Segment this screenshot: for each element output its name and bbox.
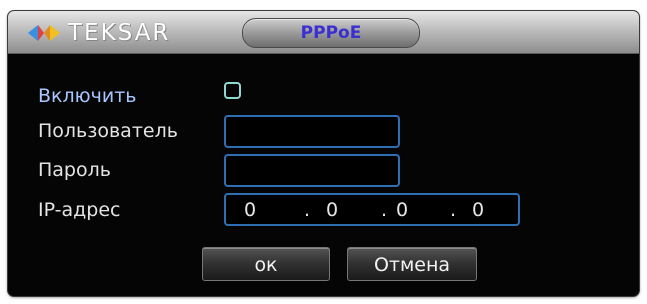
pppoe-dialog: TEKSAR PPPoE Включить Пользователь Парол…	[8, 11, 639, 296]
logo-text: TEKSAR	[68, 20, 171, 46]
ip-separator: .	[450, 199, 457, 221]
password-label: Пароль	[38, 159, 111, 181]
ip-separator: .	[304, 199, 311, 221]
ip-separator: .	[381, 199, 388, 221]
ip-octet-1[interactable]: 0	[244, 198, 256, 222]
password-field[interactable]	[224, 154, 400, 187]
teksar-logo-icon	[26, 22, 62, 44]
ip-octet-4[interactable]: 0	[472, 198, 484, 222]
ok-button[interactable]: ок	[202, 247, 330, 281]
enable-checkbox[interactable]	[224, 82, 241, 99]
ip-address-field[interactable]: 0 . 0 . 0 . 0	[224, 193, 520, 226]
title-bar: TEKSAR PPPoE	[8, 11, 639, 54]
dialog-title: PPPoE	[300, 23, 362, 43]
enable-label: Включить	[38, 85, 137, 107]
teksar-logo: TEKSAR	[26, 20, 170, 46]
ip-octet-2[interactable]: 0	[326, 198, 338, 222]
ip-octet-3[interactable]: 0	[396, 198, 408, 222]
user-field[interactable]	[224, 115, 400, 148]
dialog-title-pill: PPPoE	[242, 18, 420, 48]
ip-label: IP-адрес	[38, 199, 121, 221]
user-label: Пользователь	[38, 120, 178, 142]
cancel-button[interactable]: Отмена	[347, 247, 477, 281]
